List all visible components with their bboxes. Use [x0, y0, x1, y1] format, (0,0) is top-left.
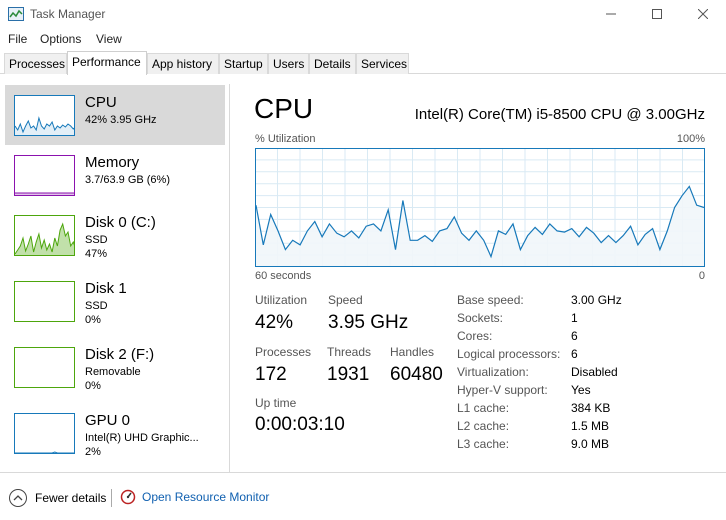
spec-key: L3 cache:: [457, 437, 510, 451]
sidebar-item-disk-0[interactable]: Disk 0 (C:) SSD 47%: [5, 205, 225, 265]
thumbnail-area: [15, 452, 74, 453]
fewer-details-button[interactable]: Fewer details: [9, 489, 106, 507]
graph-y-label: % Utilization: [255, 133, 316, 145]
window-title: Task Manager: [30, 7, 106, 21]
sidebar-item-detail: 0%: [85, 380, 101, 392]
cpu-thumbnail: [14, 95, 75, 136]
tab-app-history[interactable]: App history: [147, 53, 219, 74]
tab-details[interactable]: Details: [309, 53, 356, 74]
sidebar-item-detail: SSD: [85, 234, 108, 246]
menu-file[interactable]: File: [8, 32, 27, 46]
sidebar-item-cpu[interactable]: CPU 42% 3.95 GHz: [5, 85, 225, 145]
spec-value: Disabled: [571, 365, 618, 379]
disk-1-thumbnail: [14, 281, 75, 322]
memory-thumbnail: [14, 155, 75, 196]
spec-key: Cores:: [457, 329, 493, 343]
spec-key: Virtualization:: [457, 365, 529, 379]
spec-value: 1.5 MB: [571, 419, 610, 433]
handles-label: Handles: [390, 345, 435, 359]
sidebar-item-label: Disk 1: [85, 280, 127, 297]
sidebar-item-detail: SSD: [85, 300, 108, 312]
sidebar-item-detail: 47%: [85, 248, 108, 260]
tab-performance[interactable]: Performance: [67, 51, 147, 75]
graph-x-left-label: 60 seconds: [255, 270, 312, 282]
resource-sidebar: CPU 42% 3.95 GHz Memory 3.7/63.9 GB (6%)…: [0, 84, 230, 472]
tab-strip: Processes Performance App history Startu…: [0, 51, 726, 75]
cpu-utilization-graph: [255, 148, 705, 267]
sidebar-item-detail: Removable: [85, 366, 141, 378]
close-button[interactable]: [680, 0, 726, 28]
menu-options[interactable]: Options: [40, 32, 81, 46]
graph-y-max-label: 100%: [676, 133, 705, 145]
sidebar-item-label: Memory: [85, 154, 140, 171]
disk-0-thumbnail: [14, 215, 75, 256]
tab-startup[interactable]: Startup: [219, 53, 268, 74]
spec-value: Yes: [571, 383, 591, 397]
fewer-details-label: Fewer details: [35, 491, 107, 505]
speed-label: Speed: [328, 293, 363, 307]
sidebar-item-label: GPU 0: [85, 412, 131, 429]
spec-value: 9.0 MB: [571, 437, 610, 451]
spec-value: 384 KB: [571, 401, 611, 415]
thumbnail-area: [15, 224, 74, 255]
task-manager-icon: [8, 7, 24, 21]
utilization-label: Utilization: [255, 293, 308, 307]
open-resource-monitor-label: Open Resource Monitor: [142, 490, 270, 504]
thumbnail-line: [15, 451, 74, 453]
sidebar-item-label: Disk 0 (C:): [85, 214, 156, 231]
disk-2-thumbnail: [14, 347, 75, 388]
sidebar-item-detail: Intel(R) UHD Graphic...: [85, 432, 199, 444]
sidebar-item-label: Disk 2 (F:): [85, 346, 155, 363]
sidebar-item-memory[interactable]: Memory 3.7/63.9 GB (6%): [5, 145, 225, 205]
processes-value: 172: [255, 364, 287, 385]
page-title: CPU: [254, 93, 314, 124]
spec-key: L1 cache:: [457, 401, 510, 415]
spec-key: L2 cache:: [457, 419, 510, 433]
spec-key: Base speed:: [457, 293, 524, 307]
threads-label: Threads: [327, 345, 372, 359]
sidebar-item-gpu-0[interactable]: GPU 0 Intel(R) UHD Graphic... 2%: [5, 403, 225, 463]
handles-value: 60480: [390, 364, 443, 385]
cpu-detail-panel: CPU Intel(R) Core(TM) i5-8500 CPU @ 3.00…: [243, 84, 713, 472]
graph-x-right-label: 0: [698, 270, 705, 282]
processes-label: Processes: [255, 345, 312, 359]
uptime-label: Up time: [255, 396, 297, 410]
tab-processes[interactable]: Processes: [4, 53, 67, 74]
spec-value: 6: [571, 347, 578, 361]
uptime-value: 0:00:03:10: [255, 414, 345, 435]
minimize-icon: [606, 13, 616, 15]
chevron-up-icon: [9, 489, 27, 507]
sidebar-item-detail: 0%: [85, 314, 101, 326]
sidebar-item-detail: 2%: [85, 446, 101, 458]
minimize-button[interactable]: [588, 0, 634, 28]
spec-key: Hyper-V support:: [457, 383, 548, 397]
sidebar-item-disk-1[interactable]: Disk 1 SSD 0%: [5, 271, 225, 331]
spec-key: Sockets:: [457, 311, 504, 325]
sidebar-item-disk-2[interactable]: Disk 2 (F:) Removable 0%: [5, 337, 225, 397]
spec-value: 6: [571, 329, 578, 343]
gpu-0-thumbnail: [14, 413, 75, 454]
sidebar-item-label: CPU: [85, 94, 117, 111]
sidebar-item-detail: 3.7/63.9 GB (6%): [85, 174, 170, 186]
spec-value: 1: [571, 311, 578, 325]
tab-services[interactable]: Services: [356, 53, 409, 74]
footer-divider: [111, 489, 112, 507]
sidebar-item-detail: 42% 3.95 GHz: [85, 114, 157, 126]
cpu-model-name: Intel(R) Core(TM) i5-8500 CPU @ 3.00GHz: [414, 106, 705, 123]
title-bar: Task Manager: [0, 0, 726, 28]
menu-bar: File Options View: [0, 29, 726, 49]
utilization-value: 42%: [255, 312, 294, 333]
threads-value: 1931: [327, 364, 370, 385]
maximize-icon: [652, 9, 662, 19]
menu-view[interactable]: View: [96, 32, 122, 46]
tab-users[interactable]: Users: [268, 53, 309, 74]
close-icon: [698, 9, 708, 19]
spec-value: 3.00 GHz: [571, 293, 622, 307]
spec-key: Logical processors:: [457, 347, 561, 361]
speed-value: 3.95 GHz: [328, 312, 409, 333]
open-resource-monitor-link[interactable]: Open Resource Monitor: [120, 489, 269, 505]
resource-monitor-icon: [120, 489, 136, 505]
maximize-button[interactable]: [634, 0, 680, 28]
footer-bar: Fewer details Open Resource Monitor: [0, 472, 726, 520]
